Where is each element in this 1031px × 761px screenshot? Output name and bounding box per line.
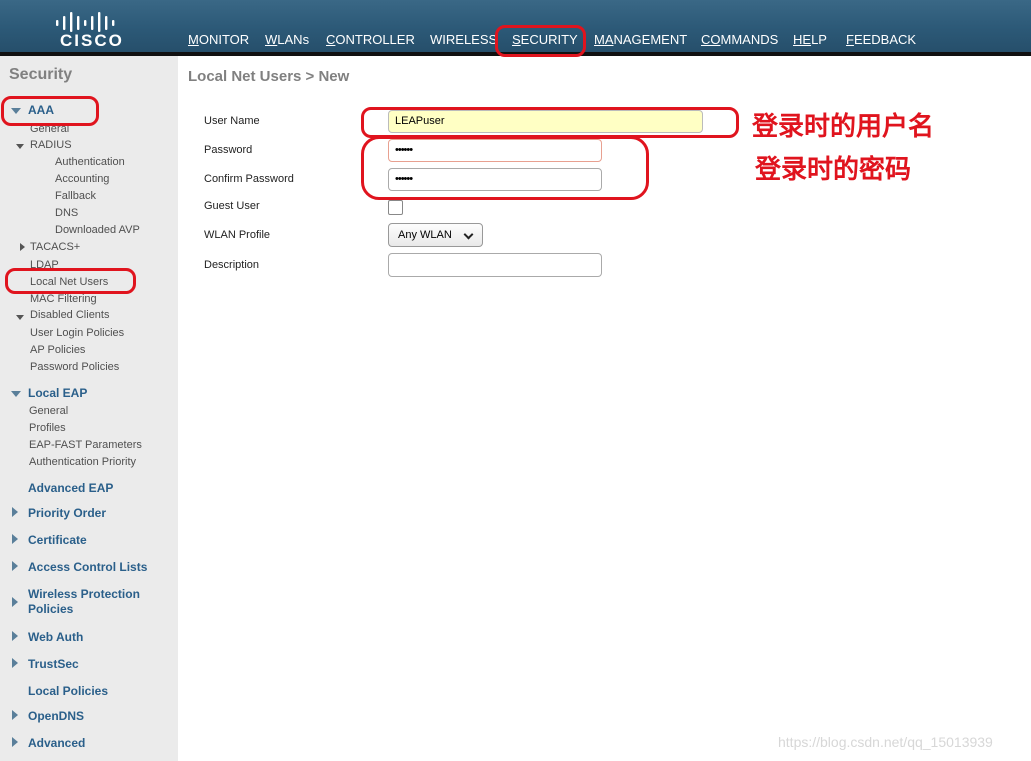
advanced-collapsed-icon[interactable] bbox=[12, 737, 18, 747]
nav-wlans[interactable]: WLANs bbox=[265, 32, 309, 47]
sidebar-item-certificate[interactable]: Certificate bbox=[28, 533, 87, 547]
sidebar-item-radius-accounting[interactable]: Accounting bbox=[55, 173, 109, 185]
chevron-down-icon bbox=[463, 229, 474, 240]
sidebar-item-mac-filtering[interactable]: MAC Filtering bbox=[30, 293, 97, 305]
wlan-profile-label: WLAN Profile bbox=[204, 229, 271, 241]
sidebar-title: Security bbox=[9, 66, 73, 83]
sidebar-item-aaa-general[interactable]: General bbox=[30, 123, 69, 135]
sidebar-item-aaa[interactable]: AAA bbox=[28, 103, 54, 117]
top-nav-bar: cisco MONITOR WLANs CONTROLLER WIRELESS … bbox=[0, 0, 1031, 52]
sidebar-item-user-login-policies[interactable]: User Login Policies bbox=[30, 327, 124, 339]
sidebar-item-opendns[interactable]: OpenDNS bbox=[28, 709, 84, 723]
local-eap-expanded-icon[interactable] bbox=[11, 391, 21, 397]
sidebar-item-password-policies[interactable]: Password Policies bbox=[30, 361, 119, 373]
sidebar-item-local-policies[interactable]: Local Policies bbox=[28, 684, 108, 698]
nav-wireless[interactable]: WIRELESS bbox=[430, 32, 497, 47]
wpp-label-line1: Wireless Protection bbox=[28, 587, 140, 601]
nav-commands[interactable]: COMMANDS bbox=[701, 32, 778, 47]
user-name-label: User Name bbox=[204, 115, 260, 127]
watermark: https://blog.csdn.net/qq_15013939 bbox=[778, 734, 993, 750]
sidebar-item-radius-fallback[interactable]: Fallback bbox=[55, 190, 96, 202]
web-auth-collapsed-icon[interactable] bbox=[12, 631, 18, 641]
sidebar: Security AAA General RADIUS Authenticati… bbox=[0, 56, 178, 761]
nav-monitor[interactable]: MONITOR bbox=[188, 32, 249, 47]
confirm-password-label: Confirm Password bbox=[204, 173, 294, 185]
aaa-expanded-icon[interactable] bbox=[11, 108, 21, 114]
annotation-username-note: 登录时的用户名 bbox=[752, 112, 935, 142]
description-input[interactable] bbox=[388, 253, 602, 277]
sidebar-item-ap-policies[interactable]: AP Policies bbox=[30, 344, 85, 356]
sidebar-item-advanced[interactable]: Advanced bbox=[28, 736, 85, 750]
nav-security[interactable]: SECURITY bbox=[512, 32, 578, 47]
disabled-clients-expanded-icon[interactable] bbox=[16, 315, 24, 320]
password-input[interactable]: •••••• bbox=[388, 139, 602, 162]
priority-order-collapsed-icon[interactable] bbox=[12, 507, 18, 517]
sidebar-item-radius[interactable]: RADIUS bbox=[30, 139, 72, 151]
sidebar-item-local-eap[interactable]: Local EAP bbox=[28, 386, 87, 400]
brand-name: cisco bbox=[60, 31, 124, 50]
wlan-profile-select[interactable]: Any WLAN bbox=[388, 223, 483, 247]
sidebar-item-web-auth[interactable]: Web Auth bbox=[28, 630, 83, 644]
page: cisco MONITOR WLANs CONTROLLER WIRELESS … bbox=[0, 0, 1031, 761]
opendns-collapsed-icon[interactable] bbox=[12, 710, 18, 720]
sidebar-item-authentication-priority[interactable]: Authentication Priority bbox=[29, 456, 136, 468]
nav-management[interactable]: MANAGEMENT bbox=[594, 32, 687, 47]
password-label: Password bbox=[204, 144, 253, 156]
nav-controller[interactable]: CONTROLLER bbox=[326, 32, 415, 47]
guest-user-checkbox[interactable] bbox=[388, 200, 403, 215]
sidebar-item-trustsec[interactable]: TrustSec bbox=[28, 657, 79, 671]
sidebar-item-priority-order[interactable]: Priority Order bbox=[28, 506, 106, 520]
trustsec-collapsed-icon[interactable] bbox=[12, 658, 18, 668]
annotation-password-note: 登录时的密码 bbox=[755, 155, 912, 185]
sidebar-item-local-eap-profiles[interactable]: Profiles bbox=[29, 422, 66, 434]
sidebar-item-radius-dns[interactable]: DNS bbox=[55, 207, 78, 219]
sidebar-item-eap-fast-parameters[interactable]: EAP-FAST Parameters bbox=[29, 439, 142, 451]
radius-expanded-icon[interactable] bbox=[16, 144, 24, 149]
sidebar-item-wireless-protection-policies[interactable]: Wireless Protection Policies bbox=[28, 587, 140, 617]
wireless-protection-collapsed-icon[interactable] bbox=[12, 597, 18, 607]
sidebar-item-local-eap-general[interactable]: General bbox=[29, 405, 68, 417]
sidebar-item-local-net-users[interactable]: Local Net Users bbox=[30, 276, 108, 288]
certificate-collapsed-icon[interactable] bbox=[12, 534, 18, 544]
sidebar-item-ldap[interactable]: LDAP bbox=[30, 259, 59, 271]
nav-help[interactable]: HELP bbox=[793, 32, 827, 47]
sidebar-item-radius-downloaded-avp[interactable]: Downloaded AVP bbox=[55, 224, 140, 236]
user-name-input[interactable]: LEAPuser bbox=[388, 110, 703, 133]
guest-user-label: Guest User bbox=[204, 200, 260, 212]
wpp-label-line2: Policies bbox=[28, 602, 74, 616]
description-label: Description bbox=[204, 259, 260, 271]
tacacs-collapsed-icon[interactable] bbox=[20, 243, 25, 251]
acl-collapsed-icon[interactable] bbox=[12, 561, 18, 571]
sidebar-item-tacacs[interactable]: TACACS+ bbox=[30, 241, 80, 253]
wlan-profile-value: Any WLAN bbox=[398, 229, 452, 241]
sidebar-item-radius-authentication[interactable]: Authentication bbox=[55, 156, 125, 168]
page-title: Local Net Users > New bbox=[188, 68, 350, 85]
sidebar-item-disabled-clients[interactable]: Disabled Clients bbox=[30, 309, 109, 321]
confirm-password-input[interactable]: •••••• bbox=[388, 168, 602, 191]
sidebar-item-access-control-lists[interactable]: Access Control Lists bbox=[28, 560, 147, 574]
sidebar-item-advanced-eap[interactable]: Advanced EAP bbox=[28, 481, 113, 495]
nav-feedback[interactable]: FEEDBACK bbox=[846, 32, 916, 47]
